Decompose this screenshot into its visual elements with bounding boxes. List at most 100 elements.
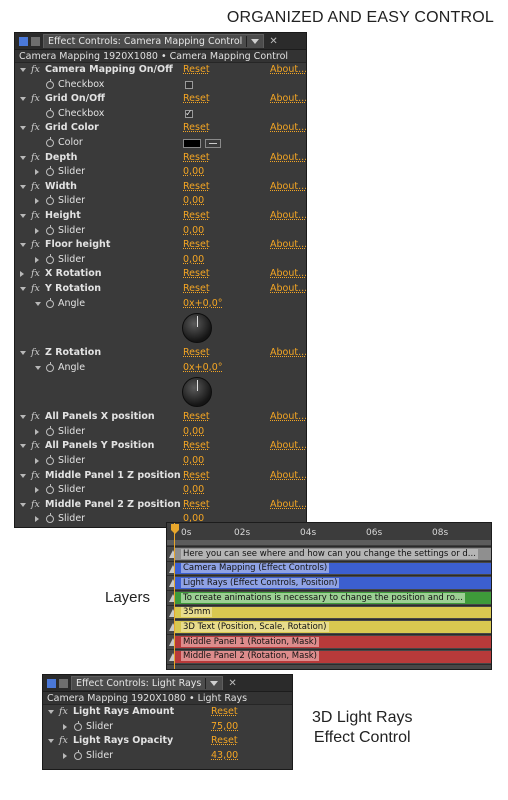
close-icon[interactable]: ✕ (269, 36, 277, 47)
twirl-triangle-icon[interactable] (35, 301, 41, 306)
effect-row[interactable]: fx All Panels X position Reset About... (15, 410, 306, 425)
parameter-value[interactable]: 0,00 (183, 483, 204, 498)
twirl-triangle-icon[interactable] (35, 365, 41, 370)
parameter-value[interactable]: 0x+0,0° (183, 361, 222, 376)
fx-icon[interactable]: fx (31, 498, 40, 513)
fx-icon[interactable]: fx (31, 121, 40, 136)
effect-row[interactable]: fx Height Reset About... (15, 209, 306, 224)
about-link[interactable]: About... (270, 151, 306, 166)
parameter-value[interactable]: 0,00 (183, 454, 204, 469)
twirl-triangle-icon[interactable] (35, 428, 39, 435)
collapse-triangle-icon[interactable] (20, 502, 26, 507)
twirl-triangle-icon[interactable] (35, 256, 39, 263)
about-link[interactable]: About... (270, 498, 306, 513)
reset-link[interactable]: Reset (183, 469, 210, 484)
timeline-layer-row[interactable]: 3D Text (Position, Scale, Rotation) (167, 620, 491, 636)
stopwatch-icon[interactable] (46, 253, 54, 264)
timeline-layer-row[interactable]: Camera Mapping (Effect Controls) (167, 562, 491, 577)
collapse-triangle-icon[interactable] (20, 415, 26, 420)
effect-row[interactable]: fx Light Rays Opacity Reset (43, 734, 292, 749)
twirl-triangle-icon[interactable] (35, 227, 39, 234)
effect-controls-tab[interactable]: Effect Controls: Light Rays (71, 676, 224, 690)
parameter-row[interactable]: Slider 0,00 (15, 253, 306, 268)
fx-icon[interactable]: fx (31, 238, 40, 253)
checkbox[interactable] (185, 80, 193, 89)
parameter-row[interactable]: Slider 0,00 (15, 454, 306, 469)
fx-icon[interactable]: fx (31, 410, 40, 425)
parameter-row[interactable]: Slider 43,00 (43, 749, 292, 764)
tab-menu-icon[interactable] (251, 39, 260, 44)
fx-icon[interactable]: fx (31, 469, 40, 484)
parameter-value[interactable]: 0,00 (183, 224, 204, 239)
collapse-triangle-icon[interactable] (20, 351, 26, 356)
collapse-triangle-icon[interactable] (20, 213, 26, 218)
twirl-triangle-icon[interactable] (35, 516, 39, 523)
effect-controls-tab[interactable]: Effect Controls: Camera Mapping Control (43, 34, 265, 48)
fx-icon[interactable]: fx (59, 734, 68, 749)
timeline-layer-row[interactable]: To create animations is necessary to cha… (167, 591, 491, 606)
stopwatch-icon[interactable] (46, 513, 54, 524)
fx-icon[interactable]: fx (31, 209, 40, 224)
reset-link[interactable]: Reset (183, 282, 210, 297)
parameter-row[interactable]: Slider 0,00 (15, 194, 306, 209)
stopwatch-icon[interactable] (46, 425, 54, 436)
collapse-triangle-icon[interactable] (48, 739, 54, 744)
effect-row[interactable]: fx Floor height Reset About... (15, 238, 306, 253)
effect-row[interactable]: fx Middle Panel 2 Z position Reset About... (15, 498, 306, 513)
about-link[interactable]: About... (270, 209, 306, 224)
fx-icon[interactable]: fx (31, 92, 40, 107)
stopwatch-icon[interactable] (74, 720, 82, 731)
reset-link[interactable]: Reset (183, 63, 210, 78)
parameter-value[interactable]: 0x+0,0° (183, 297, 222, 312)
collapse-triangle-icon[interactable] (20, 243, 26, 248)
collapse-triangle-icon[interactable] (20, 68, 26, 72)
close-icon[interactable]: ✕ (228, 678, 236, 689)
about-link[interactable]: About... (270, 63, 306, 78)
effect-row[interactable]: fx Width Reset About... (15, 180, 306, 195)
expand-triangle-icon[interactable] (20, 271, 24, 278)
twirl-triangle-icon[interactable] (35, 458, 39, 465)
reset-link[interactable]: Reset (183, 121, 210, 136)
parameter-value[interactable]: 75,00 (211, 720, 238, 735)
stopwatch-icon[interactable] (74, 749, 82, 760)
reset-link[interactable]: Reset (211, 734, 238, 749)
reset-link[interactable]: Reset (183, 92, 210, 107)
parameter-value[interactable]: 43,00 (211, 749, 238, 764)
color-swatch[interactable] (183, 138, 201, 148)
timeline-layer-row[interactable]: 35mm (167, 606, 491, 621)
current-time-indicator-icon[interactable] (171, 524, 179, 534)
about-link[interactable]: About... (270, 238, 306, 253)
angle-dial[interactable] (182, 377, 212, 408)
parameter-row[interactable]: Angle 0x+0,0° (15, 297, 306, 312)
fx-icon[interactable]: fx (31, 346, 40, 361)
fx-icon[interactable]: fx (31, 439, 40, 454)
parameter-row[interactable]: Slider 0,00 (15, 425, 306, 440)
about-link[interactable]: About... (270, 267, 306, 282)
reset-link[interactable]: Reset (183, 151, 210, 166)
angle-dial[interactable] (182, 313, 212, 344)
parameter-row[interactable]: Slider 0,00 (15, 165, 306, 180)
parameter-value[interactable]: 0,00 (183, 425, 204, 440)
effect-row[interactable]: fx Camera Mapping On/Off Reset About... (15, 63, 306, 78)
parameter-row[interactable]: Checkbox ✓ (15, 107, 306, 122)
about-link[interactable]: About... (270, 469, 306, 484)
parameter-value[interactable]: 0,00 (183, 165, 204, 180)
about-link[interactable]: About... (270, 439, 306, 454)
layer-duration-bar[interactable] (175, 606, 491, 619)
twirl-triangle-icon[interactable] (35, 198, 39, 205)
timeline-layer-row[interactable]: Middle Panel 2 (Rotation, Mask) (167, 650, 491, 665)
collapse-triangle-icon[interactable] (20, 286, 26, 291)
collapse-triangle-icon[interactable] (20, 97, 26, 102)
effect-row[interactable]: fx Grid On/Off Reset About... (15, 92, 306, 107)
time-ruler[interactable]: 0s 02s 04s 06s 08s (167, 523, 491, 547)
stopwatch-icon[interactable] (46, 78, 54, 89)
reset-link[interactable]: Reset (183, 267, 210, 282)
stopwatch-icon[interactable] (46, 484, 54, 495)
reset-link[interactable]: Reset (183, 439, 210, 454)
tab-menu-icon[interactable] (210, 681, 219, 686)
fx-icon[interactable]: fx (31, 180, 40, 195)
stopwatch-icon[interactable] (46, 455, 54, 466)
eyedropper-icon[interactable] (205, 138, 221, 148)
fx-icon[interactable]: fx (31, 151, 40, 166)
collapse-triangle-icon[interactable] (20, 444, 26, 449)
